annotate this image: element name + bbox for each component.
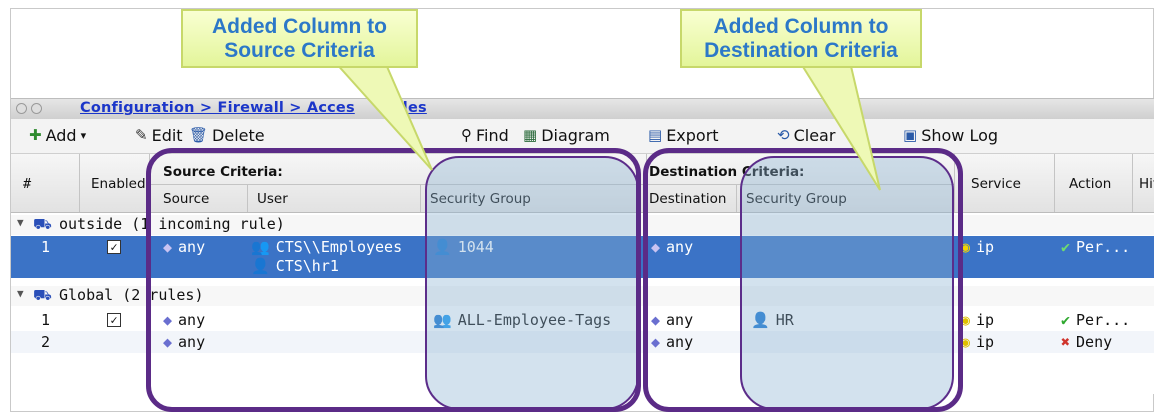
- source-callout-line1: Added Column to: [212, 15, 387, 38]
- destination-callout-line2: Destination Criteria: [704, 39, 898, 62]
- source-callout-tail: [332, 61, 433, 171]
- callout-tails: [332, 61, 881, 191]
- destination-callout-tail: [798, 61, 881, 191]
- source-callout: Added Column to Source Criteria: [181, 9, 418, 68]
- destination-callout-line1: Added Column to: [713, 15, 889, 38]
- destination-callout: Added Column to Destination Criteria: [680, 9, 922, 68]
- source-callout-line2: Source Criteria: [224, 39, 375, 62]
